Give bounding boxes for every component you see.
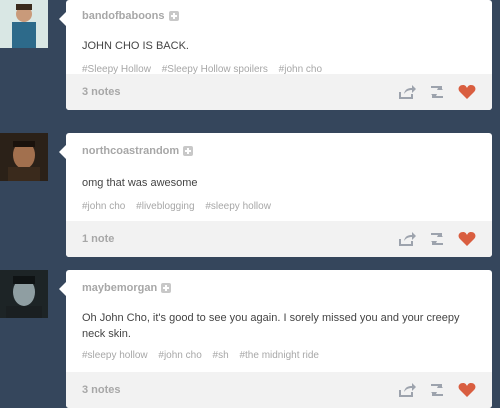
tag-link[interactable]: #liveblogging bbox=[136, 201, 194, 212]
tag-link[interactable]: #john cho bbox=[158, 350, 201, 361]
tag-link[interactable]: #sh bbox=[213, 350, 229, 361]
post-tags: #john cho #liveblogging #sleepy hollow bbox=[66, 191, 492, 212]
avatar[interactable] bbox=[0, 133, 48, 181]
post-card: bandofbaboons JOHN CHO IS BACK. #Sleepy … bbox=[59, 0, 492, 110]
reblog-icon[interactable] bbox=[428, 382, 446, 398]
share-icon[interactable] bbox=[398, 231, 416, 247]
share-icon[interactable] bbox=[398, 382, 416, 398]
post-text: omg that was awesome bbox=[82, 177, 198, 189]
post-text: Oh John Cho, it's good to see you again.… bbox=[82, 312, 460, 340]
avatar[interactable] bbox=[0, 270, 48, 318]
post-footer: 3 notes bbox=[66, 372, 492, 408]
reblog-icon[interactable] bbox=[428, 84, 446, 100]
heart-icon[interactable] bbox=[458, 231, 476, 247]
post-username[interactable]: northcoastrandom bbox=[82, 145, 179, 157]
tag-link[interactable]: #sleepy hollow bbox=[205, 201, 271, 212]
post-card: maybemorgan Oh John Cho, it's good to se… bbox=[59, 270, 492, 408]
post-card: northcoastrandom omg that was awesome #j… bbox=[59, 133, 492, 257]
share-icon[interactable] bbox=[398, 84, 416, 100]
tag-link[interactable]: #john cho bbox=[82, 201, 125, 212]
post-footer: 3 notes bbox=[66, 74, 492, 110]
follow-icon[interactable] bbox=[161, 283, 172, 293]
post-text: JOHN CHO IS BACK. bbox=[82, 40, 189, 52]
avatar[interactable] bbox=[0, 0, 48, 48]
post-tags: #sleepy hollow #john cho #sh #the midnig… bbox=[66, 342, 492, 361]
heart-icon[interactable] bbox=[458, 382, 476, 398]
follow-icon[interactable] bbox=[183, 146, 194, 156]
notes-count[interactable]: 1 note bbox=[82, 233, 114, 245]
reblog-icon[interactable] bbox=[428, 231, 446, 247]
follow-icon[interactable] bbox=[168, 11, 179, 21]
notes-count[interactable]: 3 notes bbox=[82, 384, 121, 396]
post-tags: #Sleepy Hollow #Sleepy Hollow spoilers #… bbox=[66, 54, 492, 75]
post-username[interactable]: bandofbaboons bbox=[82, 10, 165, 22]
post-footer: 1 note bbox=[66, 221, 492, 257]
post-username[interactable]: maybemorgan bbox=[82, 282, 157, 294]
notes-count[interactable]: 3 notes bbox=[82, 86, 121, 98]
heart-icon[interactable] bbox=[458, 84, 476, 100]
tag-link[interactable]: #sleepy hollow bbox=[82, 350, 148, 361]
tag-link[interactable]: #the midnight ride bbox=[239, 350, 319, 361]
